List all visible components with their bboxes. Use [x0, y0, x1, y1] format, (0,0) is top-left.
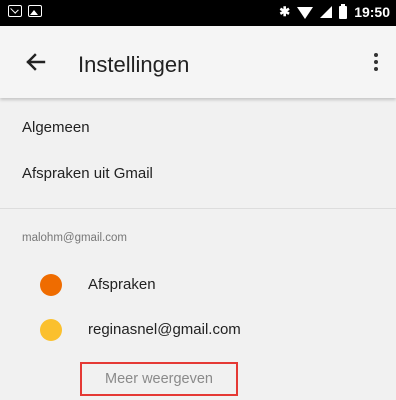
account-email: malohm@gmail.com [22, 232, 127, 244]
settings-item-general[interactable]: Algemeen [22, 119, 90, 136]
calendar-color-dot [40, 274, 62, 296]
signal-icon [320, 6, 333, 18]
calendar-color-dot [40, 319, 62, 341]
bluetooth-icon: ✱ [279, 4, 291, 19]
page-title: Instellingen [78, 52, 190, 77]
mail-icon [8, 5, 22, 17]
divider [0, 208, 396, 209]
arrow-back-icon[interactable] [22, 48, 50, 76]
app-bar: Instellingen [0, 26, 396, 98]
calendar-item-regina[interactable]: reginasnel@gmail.com [88, 321, 241, 338]
calendar-item-afspraken[interactable]: Afspraken [88, 276, 156, 293]
show-more-button[interactable]: Meer weergeven [80, 362, 238, 396]
image-icon [28, 5, 42, 17]
status-time: 19:50 [354, 4, 390, 20]
status-bar: ✱ 19:50 [0, 0, 396, 26]
wifi-icon [297, 7, 314, 19]
battery-icon [339, 3, 348, 19]
more-vertical-icon[interactable] [366, 48, 386, 76]
settings-item-gmail-events[interactable]: Afspraken uit Gmail [22, 165, 153, 182]
